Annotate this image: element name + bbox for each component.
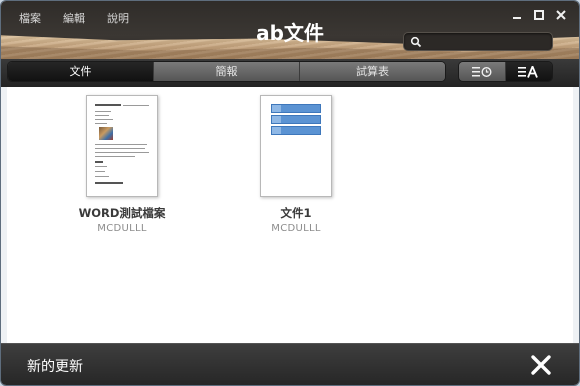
minimize-button[interactable]: [511, 9, 523, 21]
thumb-text-line: [95, 119, 113, 120]
search-box[interactable]: [403, 32, 553, 51]
document-name: 文件1: [280, 206, 312, 220]
header: 檔案 編輯 說明 ab文件: [1, 1, 579, 59]
close-icon: [556, 10, 566, 20]
tab-bar: 文件 簡報 試算表: [1, 59, 579, 87]
thumb-image: [99, 127, 113, 140]
view-toggle: [458, 61, 553, 82]
document-grid: WORD測試檔案 MCDULLL 文件1 MCDULLL: [7, 87, 573, 343]
thumb-text-line: [95, 182, 123, 184]
thumb-text-line: [95, 144, 147, 145]
document-author: MCDULLL: [97, 223, 147, 234]
document-name: WORD測試檔案: [78, 206, 166, 220]
document-item[interactable]: WORD測試檔案 MCDULLL: [47, 95, 197, 234]
app-window: 檔案 編輯 說明 ab文件 文件 簡報 試算表 WORD測試檔案 MCDULLL…: [0, 0, 580, 386]
updates-label: 新的更新: [27, 359, 83, 375]
search-icon: [410, 36, 422, 48]
thumb-text-line: [95, 123, 107, 124]
thumb-table-row: [271, 115, 321, 124]
thumb-text-line: [95, 156, 135, 157]
tab-presentations[interactable]: 簡報: [154, 62, 300, 81]
table-document-thumbnail[interactable]: [260, 95, 332, 197]
tab-spreadsheets[interactable]: 試算表: [300, 62, 445, 81]
list-by-time-icon: [472, 66, 492, 77]
thumb-text-line: [95, 176, 109, 177]
maximize-icon: [534, 10, 544, 20]
updates-bar: 新的更新: [1, 343, 579, 385]
search-input[interactable]: [426, 34, 548, 49]
thumb-text-line: [95, 161, 103, 163]
thumb-text-line: [95, 171, 105, 172]
thumb-table-row: [271, 104, 321, 113]
close-icon: [531, 355, 551, 375]
thumb-text-line: [95, 166, 107, 167]
window-controls: [511, 9, 567, 21]
document-type-tabs: 文件 簡報 試算表: [7, 61, 446, 82]
thumb-text-line: [95, 104, 121, 106]
thumb-text-line: [95, 148, 145, 149]
thumb-text-line: [123, 105, 149, 106]
document-item[interactable]: 文件1 MCDULLL: [221, 95, 371, 234]
thumb-text-line: [95, 152, 149, 153]
sort-by-name-button[interactable]: [506, 62, 552, 81]
tab-documents[interactable]: 文件: [8, 62, 154, 81]
document-author: MCDULLL: [271, 223, 321, 234]
sort-by-name-icon: [518, 65, 538, 78]
minimize-icon: [513, 17, 521, 19]
maximize-button[interactable]: [533, 9, 545, 21]
thumb-text-line: [95, 111, 111, 112]
close-window-button[interactable]: [555, 9, 567, 21]
thumb-text-line: [95, 115, 109, 116]
thumb-table-row: [271, 126, 321, 135]
sort-by-time-button[interactable]: [459, 62, 506, 81]
word-document-thumbnail[interactable]: [86, 95, 158, 197]
close-updates-button[interactable]: [529, 353, 553, 377]
